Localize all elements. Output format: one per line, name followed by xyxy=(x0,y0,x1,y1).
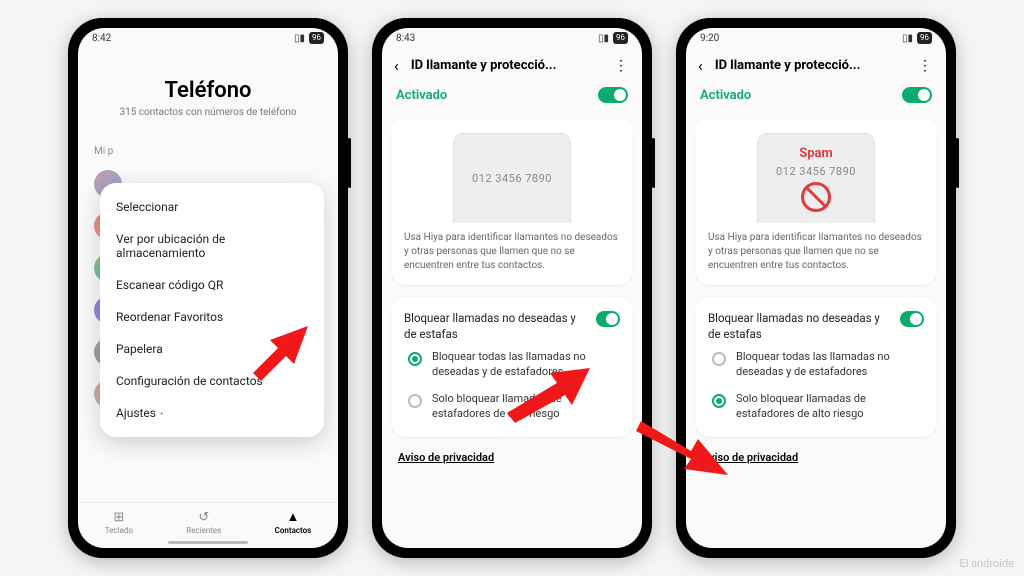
app-title: Teléfono xyxy=(78,78,338,103)
option-block-all[interactable]: Bloquear todas las llamadas no deseadas … xyxy=(404,342,620,384)
menu-scan-qr[interactable]: Escanear código QR xyxy=(100,269,324,301)
more-button[interactable]: ⋮ xyxy=(912,56,938,76)
keypad-icon: ⊞ xyxy=(105,510,133,525)
back-button[interactable]: ‹ xyxy=(694,54,707,77)
page-title: ID llamante y protecció... xyxy=(411,58,600,73)
contacts-icon: ▲ xyxy=(275,509,312,525)
feature-description: Usa Hiya para identificar llamantes no d… xyxy=(404,231,620,273)
privacy-notice-link[interactable]: Aviso de privacidad xyxy=(702,451,930,464)
contacts-count: 315 contactos con números de teléfono xyxy=(78,107,338,118)
home-indicator xyxy=(168,541,248,544)
section-label: Mi p xyxy=(94,146,338,157)
page-title: ID llamante y protecció... xyxy=(715,58,904,73)
active-label: Activado xyxy=(396,88,447,103)
status-bar: 9:20 ▯▮ 96 xyxy=(686,28,946,48)
status-bar: 8:43 ▯▮ 96 xyxy=(382,28,642,48)
overflow-menu: Seleccionar Ver por ubicación de almacen… xyxy=(100,183,324,437)
status-time: 8:42 xyxy=(92,33,111,44)
radio-icon xyxy=(712,352,726,366)
menu-trash[interactable]: Papelera xyxy=(100,333,324,365)
more-button[interactable]: ⋮ xyxy=(608,56,634,76)
privacy-notice-link[interactable]: Aviso de privacidad xyxy=(398,451,626,464)
nav-recents[interactable]: ↺Recientes xyxy=(186,510,221,535)
block-toggle[interactable] xyxy=(900,311,924,327)
radio-icon xyxy=(408,394,422,408)
status-time: 9:20 xyxy=(700,33,719,44)
option-block-high-risk[interactable]: Solo bloquear llamadas de estafadores de… xyxy=(404,384,620,426)
battery-icon: 96 xyxy=(613,32,628,44)
phone-mockup-2: 8:43 ▯▮ 96 ‹ ID llamante y protecció... … xyxy=(372,18,652,558)
info-card: Spam 012 3456 7890 Usa Hiya para identif… xyxy=(696,119,936,285)
ban-icon xyxy=(801,182,831,212)
feature-description: Usa Hiya para identificar llamantes no d… xyxy=(708,231,924,273)
master-toggle[interactable] xyxy=(598,87,628,103)
block-title: Bloquear llamadas no deseadas y de estaf… xyxy=(404,311,588,342)
phone-illustration: 012 3456 7890 xyxy=(453,133,571,223)
option-block-all[interactable]: Bloquear todas las llamadas no deseadas … xyxy=(708,342,924,384)
signal-icon: ▯▮ xyxy=(902,33,913,44)
nav-contacts[interactable]: ▲Contactos xyxy=(275,509,312,535)
phone-mockup-1: 8:42 ▯▮ 96 Teléfono 315 contactos con nú… xyxy=(68,18,348,558)
active-label: Activado xyxy=(700,88,751,103)
back-button[interactable]: ‹ xyxy=(390,54,403,77)
block-card: Bloquear llamadas no deseadas y de estaf… xyxy=(392,297,632,437)
menu-reorder-favorites[interactable]: Reordenar Favoritos xyxy=(100,301,324,333)
radio-icon xyxy=(712,394,726,408)
phone-mockup-3: 9:20 ▯▮ 96 ‹ ID llamante y protecció... … xyxy=(676,18,956,558)
spam-label: Spam xyxy=(799,146,833,161)
watermark: El androide xyxy=(959,557,1014,570)
signal-icon: ▯▮ xyxy=(294,33,305,44)
info-card: 012 3456 7890 Usa Hiya para identificar … xyxy=(392,119,632,285)
block-title: Bloquear llamadas no deseadas y de estaf… xyxy=(708,311,892,342)
signal-icon: ▯▮ xyxy=(598,33,609,44)
nav-keypad[interactable]: ⊞Teclado xyxy=(105,510,133,535)
block-card: Bloquear llamadas no deseadas y de estaf… xyxy=(696,297,936,437)
menu-select[interactable]: Seleccionar xyxy=(100,191,324,223)
recents-icon: ↺ xyxy=(186,510,221,525)
bottom-nav: ⊞Teclado ↺Recientes ▲Contactos xyxy=(78,502,338,539)
block-toggle[interactable] xyxy=(596,311,620,327)
radio-icon xyxy=(408,352,422,366)
status-bar: 8:42 ▯▮ 96 xyxy=(78,28,338,48)
menu-storage-location[interactable]: Ver por ubicación de almacenamiento xyxy=(100,223,324,269)
battery-icon: 96 xyxy=(917,32,932,44)
mock-number: 012 3456 7890 xyxy=(776,165,856,178)
mock-number: 012 3456 7890 xyxy=(472,172,552,185)
phone-illustration: Spam 012 3456 7890 xyxy=(757,133,875,223)
master-toggle[interactable] xyxy=(902,87,932,103)
status-time: 8:43 xyxy=(396,33,415,44)
menu-contacts-settings[interactable]: Configuración de contactos xyxy=(100,365,324,397)
battery-icon: 96 xyxy=(309,32,324,44)
option-block-high-risk[interactable]: Solo bloquear llamadas de estafadores de… xyxy=(708,384,924,426)
menu-settings[interactable]: Ajustes xyxy=(100,397,324,429)
